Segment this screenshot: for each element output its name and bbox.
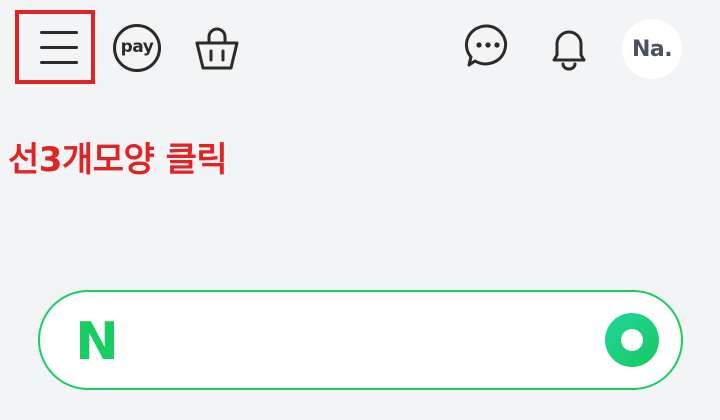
- instruction-text: 선3개모양 클릭: [8, 140, 228, 180]
- search-input[interactable]: [38, 290, 683, 390]
- chat-bubble-icon[interactable]: [465, 23, 511, 69]
- pay-label: pay: [120, 37, 154, 57]
- shopping-bag-icon[interactable]: [193, 22, 241, 72]
- naver-logo-letter: N: [75, 319, 119, 361]
- hamburger-menu-icon[interactable]: [40, 28, 78, 66]
- green-circle-icon[interactable]: [605, 313, 659, 367]
- naver-logo: N: [74, 312, 120, 372]
- avatar-text: Na.: [631, 36, 673, 62]
- pay-button[interactable]: pay: [113, 24, 161, 72]
- avatar[interactable]: Na.: [622, 19, 682, 79]
- bell-icon[interactable]: [548, 22, 590, 72]
